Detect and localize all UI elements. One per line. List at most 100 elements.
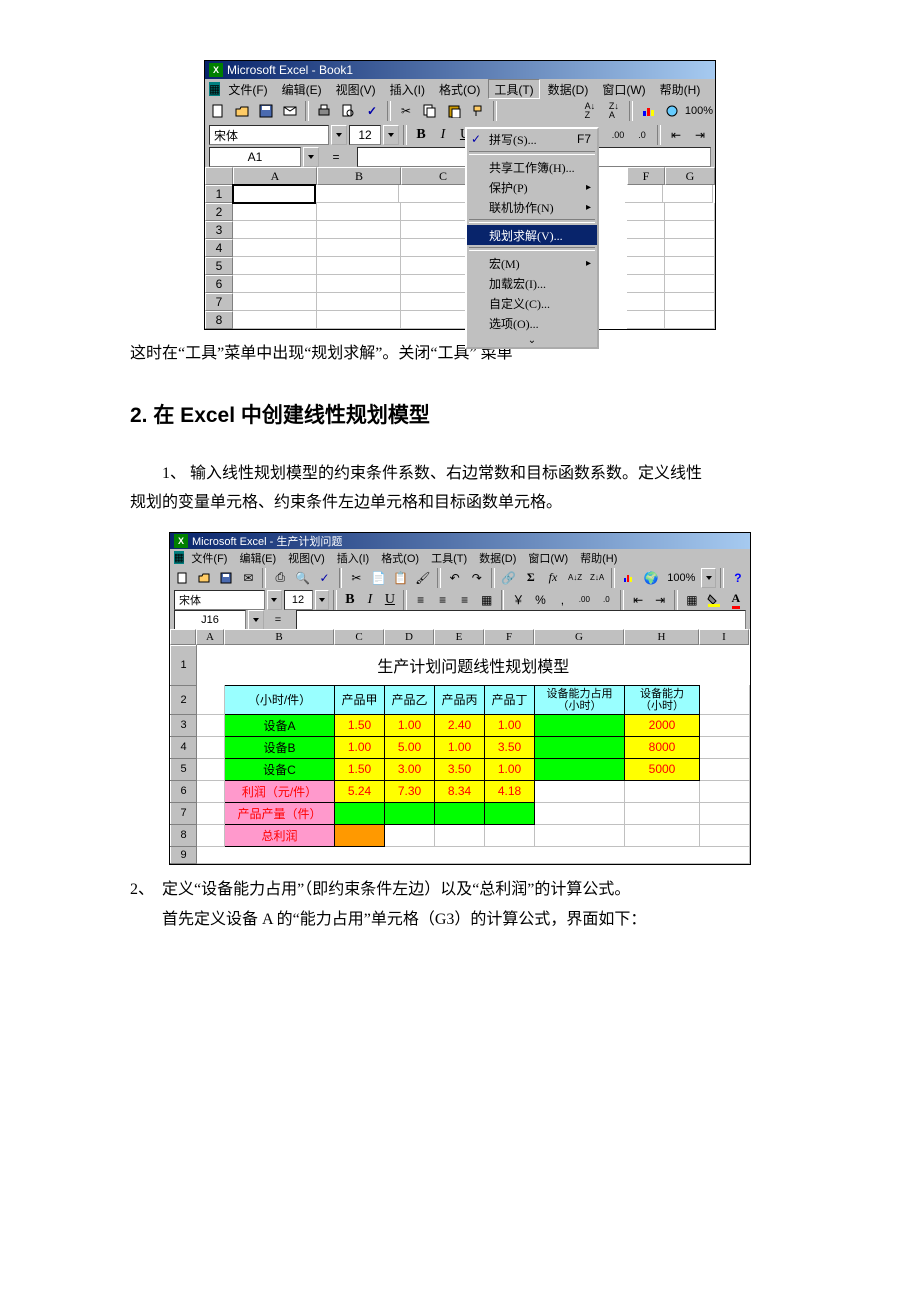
menu-item-protect[interactable]: 保护(P) xyxy=(467,177,597,197)
cell[interactable] xyxy=(435,802,485,824)
align-left-icon[interactable]: ≡ xyxy=(411,589,431,611)
percent-icon[interactable]: % xyxy=(530,589,550,611)
menu-item-solver[interactable]: 规划求解(V)... xyxy=(467,225,597,245)
cell[interactable]: 总利润 xyxy=(225,824,335,846)
underline-button[interactable]: U xyxy=(381,590,399,610)
row-header[interactable]: 3 xyxy=(171,714,197,736)
italic-button[interactable]: I xyxy=(361,590,379,610)
col-header-B[interactable]: B xyxy=(317,167,401,185)
spellcheck-icon[interactable]: ✓ xyxy=(314,567,334,589)
comma-icon[interactable]: , xyxy=(552,589,572,611)
menu-file[interactable]: 文件(F) xyxy=(222,80,273,98)
menu-data[interactable]: 数据(D) xyxy=(474,549,521,567)
menu-item-options[interactable]: 选项(O)... xyxy=(467,313,597,333)
row-header[interactable]: 9 xyxy=(171,846,197,863)
cell[interactable]: 3.00 xyxy=(385,758,435,780)
menu-tools[interactable]: 工具(T) xyxy=(426,549,472,567)
cell[interactable]: 4.18 xyxy=(485,780,535,802)
cell[interactable]: 1.00 xyxy=(435,736,485,758)
menu-tools[interactable]: 工具(T) xyxy=(488,79,539,99)
new-icon[interactable] xyxy=(172,567,192,589)
cell[interactable]: 1.50 xyxy=(335,714,385,736)
cell[interactable]: 2.40 xyxy=(435,714,485,736)
font-selector[interactable]: 宋体 xyxy=(209,125,329,145)
format-painter-icon[interactable] xyxy=(467,100,489,122)
zoom-dropdown-icon[interactable] xyxy=(701,568,716,588)
format-painter-icon[interactable]: 🖌 xyxy=(413,567,433,589)
menu-insert[interactable]: 插入(I) xyxy=(384,80,431,98)
row-header[interactable]: 7 xyxy=(205,293,233,311)
font-color-icon[interactable]: A xyxy=(726,589,746,611)
mail-icon[interactable]: ✉ xyxy=(238,567,258,589)
col-header[interactable]: E xyxy=(434,629,484,645)
borders-icon[interactable]: ▦ xyxy=(682,589,702,611)
align-center-icon[interactable]: ≡ xyxy=(433,589,453,611)
row-header[interactable]: 8 xyxy=(171,824,197,846)
col-header[interactable]: D xyxy=(384,629,434,645)
row-header[interactable]: 6 xyxy=(171,780,197,802)
cell[interactable]: 3.50 xyxy=(435,758,485,780)
cell[interactable]: 5.00 xyxy=(385,736,435,758)
cell[interactable]: 产品丁 xyxy=(485,685,535,714)
paste-icon[interactable]: 📋 xyxy=(391,567,411,589)
menu-item-addins[interactable]: 加载宏(I)... xyxy=(467,273,597,293)
cell[interactable]: 8000 xyxy=(625,736,700,758)
merge-center-icon[interactable]: ▦ xyxy=(477,589,497,611)
menu-insert[interactable]: 插入(I) xyxy=(332,549,374,567)
function-icon[interactable]: fx xyxy=(543,567,563,589)
mail-icon[interactable] xyxy=(279,100,301,122)
open-icon[interactable] xyxy=(231,100,253,122)
chart-icon[interactable] xyxy=(637,100,659,122)
italic-button[interactable]: I xyxy=(433,125,453,145)
menu-format[interactable]: 格式(O) xyxy=(376,549,424,567)
redo-icon[interactable]: ↷ xyxy=(467,567,487,589)
worksheet-grid[interactable]: A B C F G 1 2 3 4 5 6 7 8 ✓ xyxy=(205,167,715,329)
menu-item-online[interactable]: 联机协作(N) xyxy=(467,197,597,217)
menu-window[interactable]: 窗口(W) xyxy=(523,549,573,567)
name-box-dropdown-icon[interactable] xyxy=(303,147,319,167)
name-box[interactable]: J16 xyxy=(174,610,246,630)
menu-window[interactable]: 窗口(W) xyxy=(596,80,651,98)
cell[interactable] xyxy=(335,824,385,846)
col-header-F[interactable]: F xyxy=(627,167,665,185)
row-header[interactable]: 4 xyxy=(171,736,197,758)
open-icon[interactable] xyxy=(194,567,214,589)
col-header[interactable]: I xyxy=(699,629,749,645)
cell[interactable] xyxy=(535,714,625,736)
print-icon[interactable] xyxy=(313,100,335,122)
cell[interactable] xyxy=(535,758,625,780)
menu-format[interactable]: 格式(O) xyxy=(433,80,486,98)
help-icon[interactable]: ? xyxy=(728,567,748,589)
cell[interactable]: 设备A xyxy=(225,714,335,736)
cell[interactable]: 产品丙 xyxy=(435,685,485,714)
decrease-indent-icon[interactable]: ⇤ xyxy=(628,589,648,611)
save-icon[interactable] xyxy=(255,100,277,122)
row-header[interactable]: 7 xyxy=(171,802,197,824)
row-header[interactable]: 5 xyxy=(171,758,197,780)
font-selector[interactable]: 宋体 xyxy=(174,590,265,610)
spellcheck-icon[interactable]: ✓ xyxy=(361,100,383,122)
menu-expand-icon[interactable]: ⌄ xyxy=(467,333,597,347)
row-header[interactable]: 1 xyxy=(171,645,197,685)
cell[interactable] xyxy=(385,802,435,824)
cell[interactable]: 1.00 xyxy=(485,758,535,780)
size-dropdown-icon[interactable] xyxy=(315,590,330,610)
select-all-corner[interactable] xyxy=(205,167,233,185)
col-header[interactable]: B xyxy=(224,629,334,645)
sort-asc-icon[interactable]: A↓Z xyxy=(565,567,585,589)
sort-asc-icon[interactable]: A↓Z xyxy=(579,100,601,122)
row-header[interactable]: 5 xyxy=(205,257,233,275)
cell[interactable]: 5.24 xyxy=(335,780,385,802)
worksheet-grid[interactable]: A B C D E F G H I 1 生产计划问题线性规划模型 xyxy=(170,629,750,864)
cell[interactable] xyxy=(485,802,535,824)
menu-help[interactable]: 帮助(H) xyxy=(575,549,622,567)
bold-button[interactable]: B xyxy=(411,125,431,145)
menu-item-macro[interactable]: 宏(M) xyxy=(467,253,597,273)
cell[interactable]: 8.34 xyxy=(435,780,485,802)
col-header[interactable]: C xyxy=(334,629,384,645)
cell[interactable]: 设备能力占用（小时） xyxy=(535,685,625,714)
fill-color-icon[interactable] xyxy=(704,589,724,611)
name-box-dropdown-icon[interactable] xyxy=(248,610,264,630)
copy-icon[interactable]: 📄 xyxy=(369,567,389,589)
bold-button[interactable]: B xyxy=(341,590,359,610)
